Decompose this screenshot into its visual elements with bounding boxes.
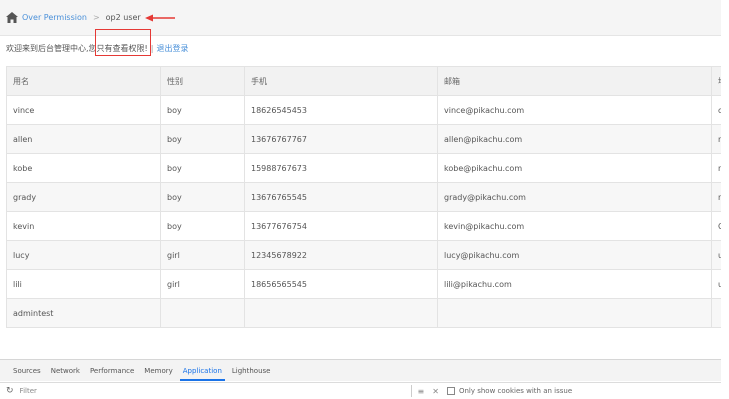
table-cell: lucy@pikachu.com — [437, 240, 712, 270]
table-cell: us — [711, 240, 721, 270]
table-header-row: 用名性别手机邮箱地 — [6, 66, 721, 96]
table-cell: lili@pikachu.com — [437, 269, 712, 299]
devtools-tab-memory[interactable]: Memory — [139, 360, 177, 381]
table-cell: nb — [711, 182, 721, 212]
table-cell: nb — [711, 153, 721, 183]
table-cell — [244, 298, 438, 328]
table-cell: kobe — [6, 153, 161, 183]
column-header: 手机 — [244, 66, 438, 96]
table-cell — [437, 298, 712, 328]
column-header: 邮箱 — [437, 66, 712, 96]
table-cell: girl — [160, 269, 245, 299]
table-row: vinceboy18626545453vince@pikachu.comch — [6, 95, 721, 125]
devtools-tab-network[interactable]: Network — [46, 360, 85, 381]
table-cell: kevin@pikachu.com — [437, 211, 712, 241]
breadcrumb-parent-link[interactable]: Over Permission — [22, 13, 87, 22]
table-cell: 13676765545 — [244, 182, 438, 212]
breadcrumb-separator: > — [92, 13, 100, 22]
clear-icon[interactable]: ✕ — [432, 387, 439, 396]
devtools-tab-bar: Sources Network Performance Memory Applicati… — [0, 359, 721, 381]
table-cell: 18626545453 — [244, 95, 438, 125]
user-table: 用名性别手机邮箱地 vinceboy18626545453vince@pikac… — [6, 66, 721, 328]
table-cell: 13676767767 — [244, 124, 438, 154]
devtools-tab-sources[interactable]: Sources — [8, 360, 46, 381]
table-cell: lucy — [6, 240, 161, 270]
filter-input[interactable]: Filter — [19, 384, 405, 398]
table-cell: girl — [160, 240, 245, 270]
table-cell: boy — [160, 182, 245, 212]
devtools-tab-performance[interactable]: Performance — [85, 360, 139, 381]
table-row: lucygirl12345678922lucy@pikachu.comus — [6, 240, 721, 270]
breadcrumb-current: op2 user — [105, 13, 141, 22]
logout-link[interactable]: 退出登录 — [156, 43, 188, 54]
user-table-container: 用名性别手机邮箱地 vinceboy18626545453vince@pikac… — [6, 66, 721, 328]
table-cell — [711, 298, 721, 328]
table-cell: 13677676754 — [244, 211, 438, 241]
table-cell: 18656565545 — [244, 269, 438, 299]
devtools-tab-application[interactable]: Application — [178, 360, 227, 381]
refresh-icon[interactable]: ↻ — [6, 386, 14, 396]
column-header: 性别 — [160, 66, 245, 96]
table-cell: nb — [711, 124, 721, 154]
table-row: kevinboy13677676754kevin@pikachu.comO — [6, 211, 721, 241]
table-cell: O — [711, 211, 721, 241]
table-cell: boy — [160, 211, 245, 241]
table-cell: vince — [6, 95, 161, 125]
table-row: kobeboy15988767673kobe@pikachu.comnb — [6, 153, 721, 183]
only-issues-checkbox[interactable] — [446, 387, 455, 395]
table-cell: boy — [160, 124, 245, 154]
table-row: allenboy13676767767allen@pikachu.comnb — [6, 124, 721, 154]
table-cell: boy — [160, 153, 245, 183]
welcome-text: 欢迎来到后台管理中心, — [6, 43, 89, 53]
table-cell: ch — [711, 95, 721, 125]
table-cell: boy — [160, 95, 245, 125]
home-icon[interactable] — [6, 12, 18, 23]
column-header: 用名 — [6, 66, 161, 96]
filter-divider — [410, 385, 412, 397]
table-cell: lili — [6, 269, 161, 299]
welcome-pipe: | — [150, 43, 154, 53]
welcome-message: 欢迎来到后台管理中心, 您只有查看权限! | 退出登录 — [6, 29, 188, 56]
table-cell: us — [711, 269, 721, 299]
table-row: gradyboy13676765545grady@pikachu.comnb — [6, 182, 721, 212]
column-header: 地 — [711, 66, 721, 96]
devtools-filter-bar: ↻ Filter ≡ ✕ Only show cookies with an i… — [0, 382, 721, 399]
table-cell: kobe@pikachu.com — [437, 153, 712, 183]
table-row: admintest — [6, 298, 721, 328]
table-cell: allen@pikachu.com — [437, 124, 712, 154]
table-row: liligirl18656565545lili@pikachu.comus — [6, 269, 721, 299]
table-cell: admintest — [6, 298, 161, 328]
highlight-box — [95, 29, 151, 56]
table-body: vinceboy18626545453vince@pikachu.comchal… — [6, 95, 721, 328]
table-cell — [160, 298, 245, 328]
table-cell: grady — [6, 182, 161, 212]
only-issues-label: Only show cookies with an issue — [458, 387, 573, 395]
table-cell: kevin — [6, 211, 161, 241]
filter-settings-icon[interactable]: ≡ — [418, 387, 425, 396]
table-cell: grady@pikachu.com — [437, 182, 712, 212]
table-cell: allen — [6, 124, 161, 154]
red-arrow-icon — [144, 14, 175, 21]
table-cell: 12345678922 — [244, 240, 438, 270]
table-cell: 15988767673 — [244, 153, 438, 183]
table-cell: vince@pikachu.com — [437, 95, 712, 125]
devtools-tab-lighthouse[interactable]: Lighthouse — [227, 360, 276, 381]
